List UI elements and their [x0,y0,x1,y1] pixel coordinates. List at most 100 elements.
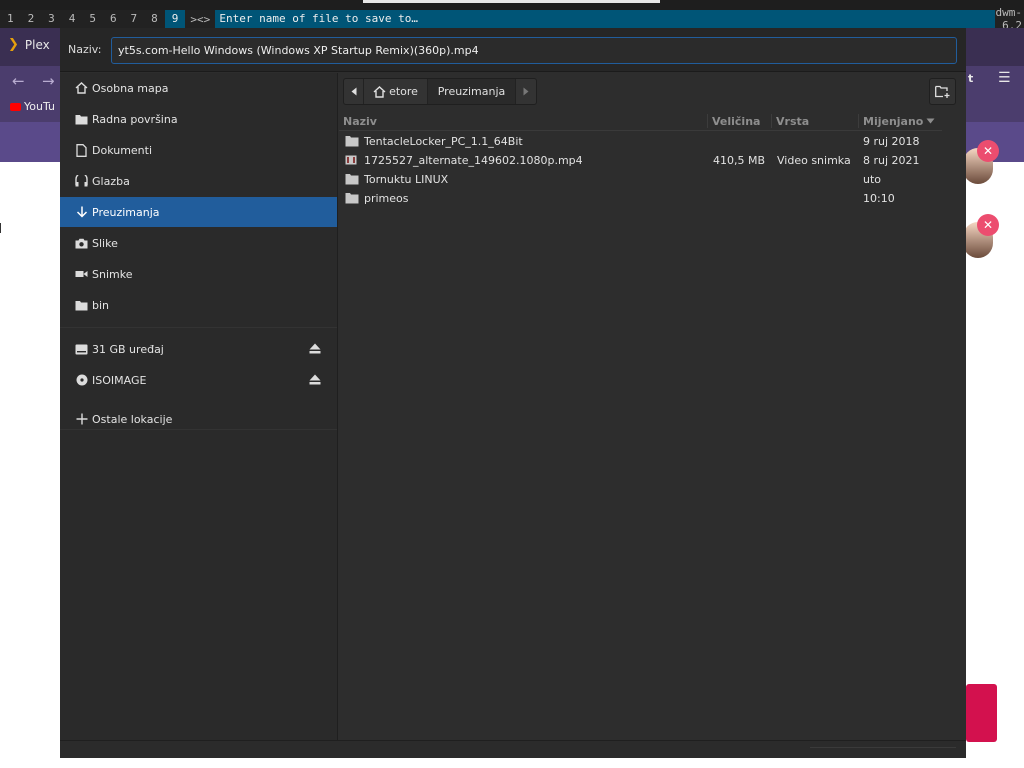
sidebar-item-desktop[interactable]: Radna površina [60,104,337,134]
breadcrumb: etore Preuzimanja [343,78,537,105]
sidebar-item-label: Preuzimanja [92,205,160,219]
dialog-header: Naziv: [60,28,966,72]
close-icon[interactable]: ✕ [977,140,999,162]
sidebar-item-label: Snimke [92,267,133,281]
folder-icon [345,135,359,150]
plus-icon [72,413,91,425]
table-row[interactable]: primeos 10:10 [339,189,942,208]
sidebar-item-drive[interactable]: 31 GB uređaj [60,334,337,364]
disc-icon [72,374,91,386]
sidebar-item-bin[interactable]: bin [60,290,337,320]
file-modified: 9 ruj 2018 [863,135,920,148]
layout-indicator[interactable]: ><> [185,13,215,26]
text-cursor [0,223,3,233]
forward-arrow-icon[interactable]: → [42,72,55,90]
tag-4[interactable]: 4 [62,10,83,28]
sidebar-item-pictures[interactable]: Slike [60,228,337,258]
path-segment-current[interactable]: Preuzimanja [428,79,516,104]
tag-3[interactable]: 3 [41,10,62,28]
back-arrow-icon[interactable]: ← [12,72,25,90]
file-browser-pane: etore Preuzimanja Naziv Veličina Vrsta M… [339,73,966,740]
sidebar-item-label: Slike [92,236,118,250]
folder-icon [345,173,359,188]
extension-button[interactable]: t [968,72,973,85]
path-segment-label: etore [389,85,418,98]
column-header-type[interactable]: Vrsta [776,115,809,128]
drive-icon [72,344,91,355]
places-sidebar: Osobna mapa Radna površina Dokumenti Gla… [60,73,338,740]
plex-logo-icon: ❯ [8,37,19,52]
sidebar-item-label: Dokumenti [92,143,153,157]
sidebar-item-label: bin [92,298,110,312]
bookmark-youtube[interactable]: YouTu [10,100,55,113]
file-modified: 10:10 [863,192,895,205]
file-name: Tornuktu LINUX [364,173,449,186]
sidebar-item-documents[interactable]: Dokumenti [60,135,337,165]
dialog-footer [60,740,966,758]
file-modified: 8 ruj 2021 [863,154,920,167]
filename-input[interactable] [111,37,957,64]
footer-control [810,747,956,748]
tag-2[interactable]: 2 [21,10,42,28]
scrollbar-track[interactable] [942,111,966,740]
new-folder-button[interactable] [929,78,956,105]
column-header-modified[interactable]: Mijenjano [863,115,923,128]
column-divider [771,114,772,128]
action-button[interactable] [966,684,997,742]
window-title: Enter name of file to save to… [215,10,996,28]
tag-6[interactable]: 6 [103,10,124,28]
column-header-name[interactable]: Naziv [343,115,377,128]
download-icon [72,206,91,218]
sidebar-item-other-locations[interactable]: Ostale lokacije [60,404,337,434]
tag-9[interactable]: 9 [164,10,186,28]
tag-5[interactable]: 5 [82,10,103,28]
path-segment-etore[interactable]: etore [364,79,428,104]
eject-icon[interactable] [309,374,321,385]
sidebar-item-home[interactable]: Osobna mapa [60,73,337,103]
chevron-right-icon [523,87,529,96]
file-modified: uto [863,173,882,186]
sidebar-item-label: Osobna mapa [92,81,169,95]
table-row[interactable]: TentacleLocker_PC_1.1_64Bit 9 ruj 2018 [339,132,942,151]
sidebar-item-label: 31 GB uređaj [92,342,164,356]
folder-icon [345,192,359,207]
sidebar-item-videos[interactable]: Snimke [60,259,337,289]
file-size: 410,5 MB [713,154,766,167]
camera-icon [72,238,91,249]
folder-icon [72,114,91,125]
sidebar-item-music[interactable]: Glazba [60,166,337,196]
file-name: 1725527_alternate_149602.1080p.mp4 [364,154,583,167]
tag-1[interactable]: 1 [0,10,21,28]
folder-icon [72,300,91,311]
video-file-icon [345,154,357,169]
sidebar-item-isoimage[interactable]: ISOIMAGE [60,365,337,395]
home-icon [373,85,386,98]
file-list: TentacleLocker_PC_1.1_64Bit 9 ruj 2018 1… [339,132,942,208]
sidebar-item-downloads[interactable]: Preuzimanja [60,197,337,227]
close-icon[interactable]: ✕ [977,214,999,236]
sidebar-item-label: Radna površina [92,112,178,126]
hamburger-menu-icon[interactable]: ☰ [998,70,1011,86]
save-file-dialog: Naziv: Osobna mapa Radna površina Dokume… [60,28,966,758]
sidebar-item-label: ISOIMAGE [92,373,147,387]
sidebar-separator [60,327,337,328]
tag-8[interactable]: 8 [144,10,165,28]
tag-7[interactable]: 7 [124,10,145,28]
path-scroll-right-button[interactable] [516,79,536,104]
path-scroll-left-button[interactable] [344,79,364,104]
sidebar-item-label: Glazba [92,174,130,188]
path-segment-label: Preuzimanja [437,85,506,98]
file-type: Video snimka [777,154,851,167]
browser-tab-plex[interactable]: ❯ Plex [8,37,50,52]
table-row[interactable]: Tornuktu LINUX uto [339,170,942,189]
column-divider [707,114,708,128]
eject-icon[interactable] [309,343,321,354]
document-icon [72,143,91,157]
file-name: TentacleLocker_PC_1.1_64Bit [364,135,523,148]
file-list-header: Naziv Veličina Vrsta Mijenjano [339,111,942,131]
new-folder-icon [935,85,950,98]
home-icon [72,82,91,94]
column-header-size[interactable]: Veličina [712,115,760,128]
sidebar-item-label: Ostale lokacije [92,412,173,426]
table-row[interactable]: 1725527_alternate_149602.1080p.mp4 410,5… [339,151,942,170]
